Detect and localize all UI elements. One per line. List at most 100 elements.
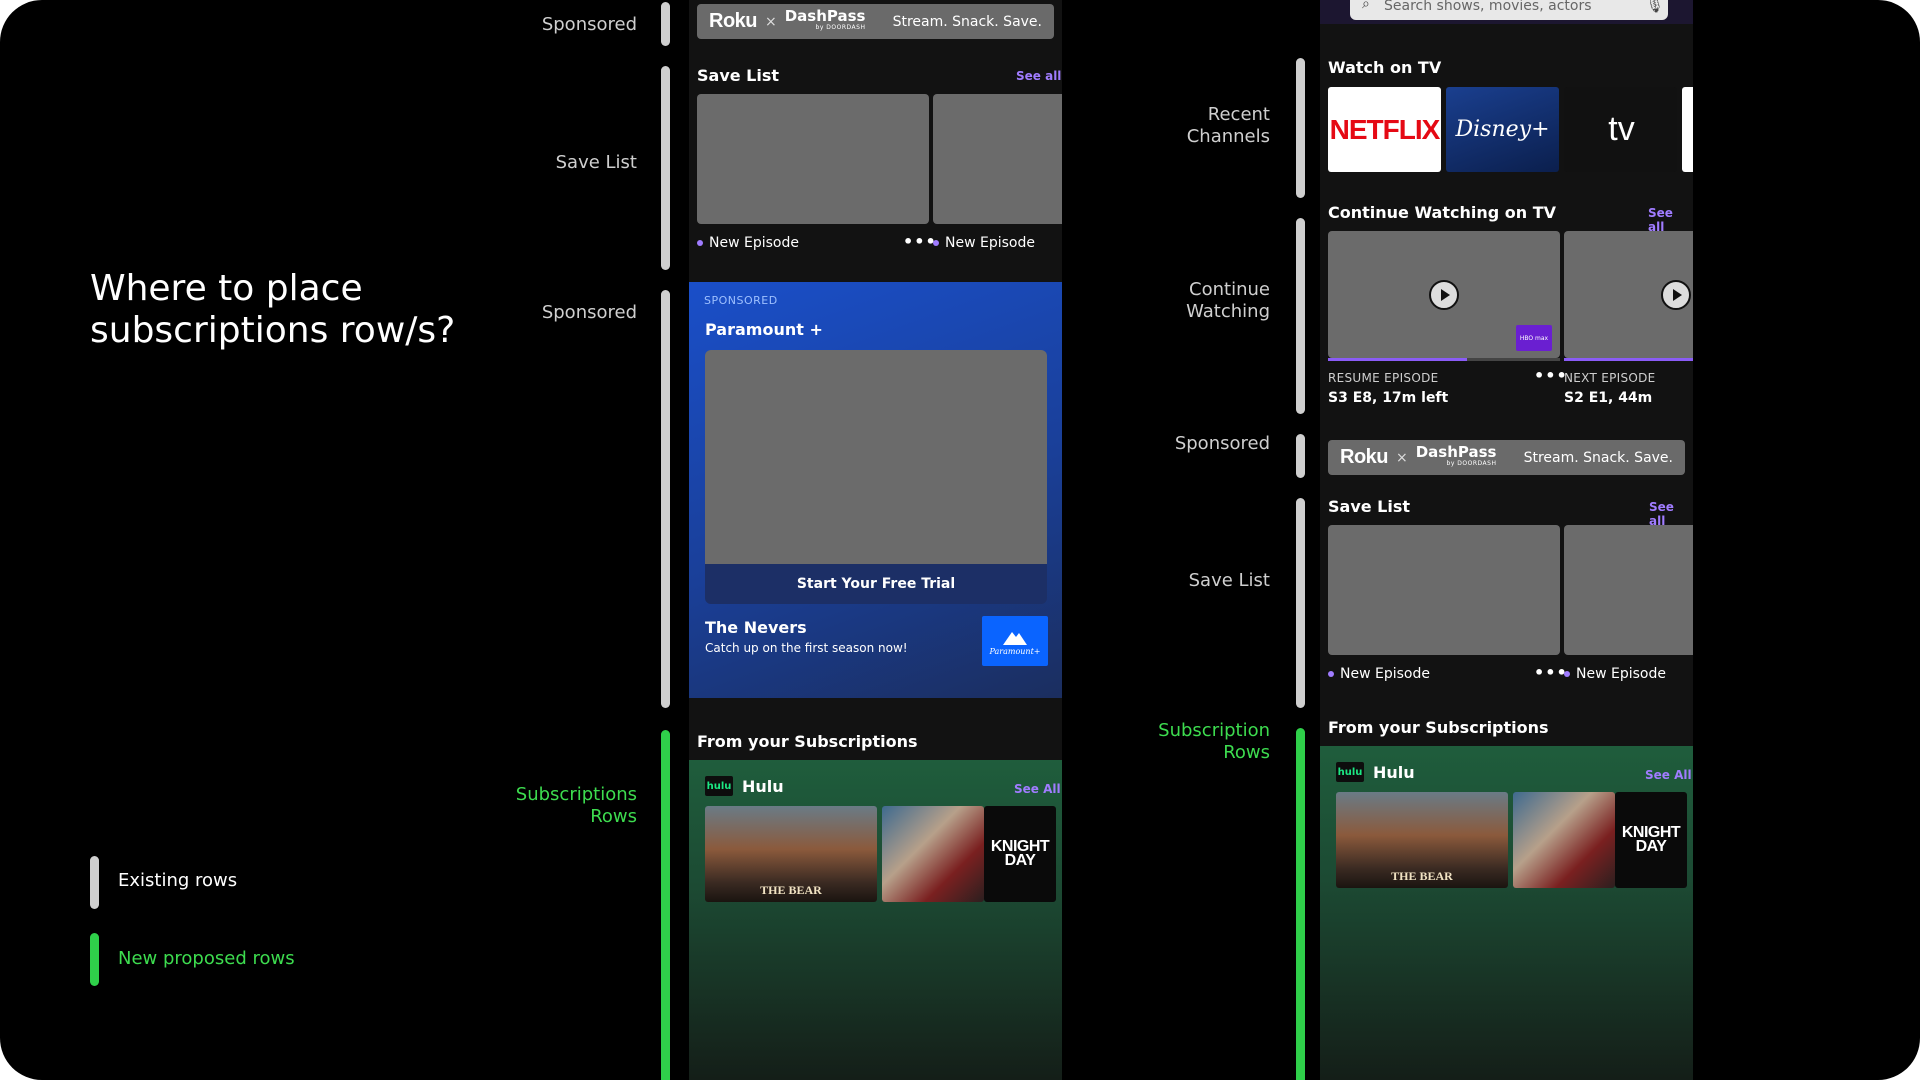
save-list-thumb[interactable] bbox=[1328, 525, 1560, 655]
legend-proposed-label: New proposed rows bbox=[118, 948, 295, 969]
sponsored-show-sub: Catch up on the first season now! bbox=[705, 641, 908, 655]
save-list-title: Save List bbox=[1328, 497, 1411, 516]
save-list-item-label: New Episode bbox=[697, 235, 799, 251]
rail-sponsored-top bbox=[661, 2, 670, 46]
mountain-icon bbox=[1003, 631, 1027, 645]
label-sponsored-mid: Sponsored bbox=[541, 302, 637, 323]
rail-subscriptions bbox=[661, 730, 670, 1080]
save-list-see-all[interactable]: See all bbox=[1649, 500, 1693, 528]
rail-save-list bbox=[661, 66, 670, 270]
mic-icon[interactable]: 🎙 bbox=[1646, 0, 1664, 14]
progress-fill bbox=[1564, 358, 1693, 361]
app-tile-partial[interactable] bbox=[1682, 87, 1693, 172]
poster-the-bear[interactable]: THE BEAR bbox=[1336, 792, 1508, 888]
resume-label: RESUME EPISODE bbox=[1328, 371, 1439, 385]
new-indicator-dot bbox=[697, 240, 703, 246]
apple-tv-logo: tv bbox=[1608, 110, 1635, 148]
rail-sponsored bbox=[1296, 434, 1305, 478]
poster-knight-day-title[interactable]: KNIGHT DAY bbox=[984, 806, 1056, 902]
rail-subscriptions bbox=[1296, 728, 1305, 1080]
label-subscription-rows: Subscription Rows bbox=[1158, 720, 1270, 763]
hulu-logo: hulu bbox=[1336, 762, 1364, 782]
label-sponsored: Sponsored bbox=[1174, 433, 1270, 454]
play-icon[interactable] bbox=[1429, 280, 1459, 310]
ad-tagline: Stream. Snack. Save. bbox=[892, 13, 1042, 30]
search-icon: ⌕ bbox=[1362, 0, 1370, 12]
roku-logo: Roku bbox=[709, 10, 758, 32]
watch-on-tv-title: Watch on TV bbox=[1328, 58, 1442, 77]
more-options-icon[interactable]: ••• bbox=[1534, 366, 1568, 385]
save-list-see-all[interactable]: See all bbox=[1016, 69, 1061, 83]
new-indicator-dot bbox=[1328, 671, 1334, 677]
sponsor-provider: Paramount + bbox=[705, 320, 823, 339]
paramount-logo: Paramount+ bbox=[982, 616, 1048, 666]
dashpass-logo: DashPass by DOORDASH bbox=[784, 6, 866, 31]
more-options-icon[interactable]: ••• bbox=[1534, 663, 1568, 682]
ad-banner-roku-dashpass[interactable]: Roku × DashPass by DOORDASH Stream. Snack… bbox=[1328, 440, 1685, 475]
poster-knight-day[interactable] bbox=[1513, 792, 1615, 888]
progress-bar bbox=[1328, 358, 1560, 361]
new-indicator-dot bbox=[1564, 671, 1570, 677]
sponsored-preview[interactable] bbox=[705, 350, 1047, 564]
times-glyph: × bbox=[765, 13, 777, 30]
subscriptions-see-all[interactable]: See All bbox=[1014, 782, 1061, 796]
sponsored-card-paramount[interactable]: SPONSORED Paramount + Start Your Free Tr… bbox=[689, 282, 1062, 698]
progress-bar bbox=[1564, 358, 1693, 361]
label-recent-channels: Recent Channels bbox=[1186, 104, 1270, 147]
new-indicator-dot bbox=[933, 240, 939, 246]
app-tile-apple-tv[interactable]: tv bbox=[1564, 87, 1677, 172]
legend-proposed-swatch bbox=[90, 933, 99, 986]
continue-watching-thumb[interactable] bbox=[1564, 231, 1693, 358]
start-free-trial-button[interactable]: Start Your Free Trial bbox=[705, 564, 1047, 604]
progress-fill bbox=[1328, 358, 1468, 361]
search-input[interactable]: ⌕ Search shows, movies, actors 🎙 bbox=[1350, 0, 1668, 20]
subscriptions-section-title: From your Subscriptions bbox=[697, 732, 918, 751]
phone-screen-right: ⌕ Search shows, movies, actors 🎙 Watch o… bbox=[1320, 0, 1693, 1080]
sponsored-tag: SPONSORED bbox=[704, 294, 778, 307]
phone-screen-left: Roku × DashPass by DOORDASH Stream. Snack… bbox=[689, 0, 1062, 1080]
poster-knight-day[interactable] bbox=[882, 806, 984, 902]
hbo-max-badge: HBO max bbox=[1516, 325, 1552, 351]
label-subscriptions-rows: Subscriptions Rows bbox=[515, 784, 637, 827]
roku-logo: Roku bbox=[1340, 446, 1389, 468]
rail-save-list bbox=[1296, 498, 1305, 708]
app-tile-disney[interactable]: Disney+ bbox=[1446, 87, 1559, 172]
legend-existing-swatch bbox=[90, 856, 99, 909]
app-tile-netflix[interactable]: NETFLIX bbox=[1328, 87, 1441, 172]
continue-watching-thumb[interactable]: HBO max bbox=[1328, 231, 1560, 358]
save-list-title: Save List bbox=[697, 66, 780, 85]
more-options-icon[interactable]: ••• bbox=[903, 232, 937, 251]
search-placeholder: Search shows, movies, actors bbox=[1384, 0, 1592, 14]
episode-meta: S3 E8, 17m left bbox=[1328, 390, 1449, 406]
continue-watching-see-all[interactable]: See all bbox=[1648, 206, 1693, 234]
hulu-logo: hulu bbox=[705, 776, 733, 796]
times-glyph: × bbox=[1396, 449, 1408, 466]
label-continue-watching: Continue Watching bbox=[1186, 279, 1270, 322]
subscriptions-row-hulu: hulu Hulu See All THE BEAR KNIGHT DAY bbox=[689, 760, 1062, 1080]
subscriptions-see-all[interactable]: See All bbox=[1645, 768, 1692, 782]
label-save-list: Save List bbox=[555, 152, 637, 173]
dashpass-logo: DashPass by DOORDASH bbox=[1415, 442, 1497, 467]
save-list-thumb[interactable] bbox=[1564, 525, 1693, 655]
save-list-thumb[interactable] bbox=[933, 94, 1062, 224]
subscriptions-section-title: From your Subscriptions bbox=[1328, 718, 1549, 737]
presentation-canvas: Where to place subscriptions row/s? Exis… bbox=[0, 0, 1920, 1080]
rail-recent-channels bbox=[1296, 58, 1305, 198]
episode-meta: S2 E1, 44m bbox=[1564, 390, 1653, 406]
label-save-list: Save List bbox=[1188, 570, 1270, 591]
service-name: Hulu bbox=[742, 777, 784, 796]
disney-logo: Disney+ bbox=[1455, 117, 1550, 142]
save-list-item-label: New Episode bbox=[1564, 666, 1666, 682]
ad-banner-roku-dashpass[interactable]: Roku × DashPass by DOORDASH Stream. Snack… bbox=[697, 4, 1054, 39]
save-list-thumb[interactable] bbox=[697, 94, 929, 224]
poster-the-bear[interactable]: THE BEAR bbox=[705, 806, 877, 902]
rail-continue-watching bbox=[1296, 218, 1305, 414]
label-sponsored-top: Sponsored bbox=[541, 14, 637, 35]
poster-knight-day-title[interactable]: KNIGHT DAY bbox=[1615, 792, 1687, 888]
subscriptions-row-hulu: hulu Hulu See All THE BEAR KNIGHT DAY bbox=[1320, 746, 1693, 1080]
sponsored-show-title: The Nevers bbox=[705, 618, 807, 637]
ad-tagline: Stream. Snack. Save. bbox=[1523, 449, 1673, 466]
save-list-item-label: New Episode bbox=[933, 235, 1035, 251]
continue-watching-title: Continue Watching on TV bbox=[1328, 203, 1557, 222]
play-icon[interactable] bbox=[1661, 280, 1691, 310]
